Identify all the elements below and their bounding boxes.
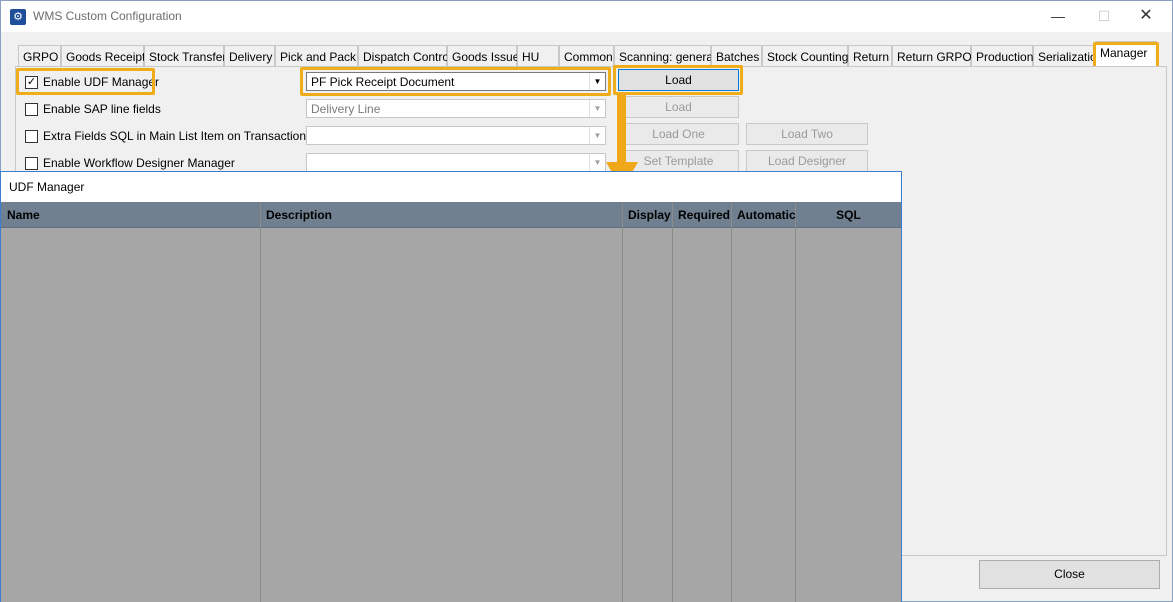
dropdown-arrow-icon[interactable]: ▼ (589, 73, 605, 90)
option-label: Extra Fields SQL in Main List Item on Tr… (43, 129, 306, 143)
close-button[interactable]: Close (979, 560, 1160, 589)
extra-fields-sql-checkbox[interactable]: Extra Fields SQL in Main List Item on Tr… (25, 128, 306, 144)
load-sap-line-button[interactable]: Load (618, 96, 739, 118)
tab-pick-and-pack[interactable]: Pick and Pack (275, 45, 358, 67)
enable-udf-manager-checkbox[interactable]: ✓ Enable UDF Manager (25, 74, 159, 90)
tab-common[interactable]: Common (559, 45, 614, 67)
tab-scanning-general[interactable]: Scanning: general (614, 45, 716, 67)
load-one-button[interactable]: Load One (618, 123, 739, 145)
grid-column-automatic (732, 202, 796, 602)
grid-column-name (1, 202, 261, 602)
option-label: Enable UDF Manager (43, 75, 160, 89)
column-header-automatic[interactable]: Automatic (732, 202, 796, 228)
column-header-description[interactable]: Description (261, 202, 623, 228)
select-value: Delivery Line (311, 102, 381, 116)
annotation-arrow-shaft (617, 94, 626, 164)
udf-manager-title: UDF Manager (9, 180, 85, 194)
tab-hu[interactable]: HU (517, 45, 559, 67)
maximize-button[interactable]: ☐ (1081, 1, 1127, 32)
tab-production[interactable]: Production (971, 45, 1033, 67)
udf-grid[interactable]: Name Description Display Required Automa… (1, 202, 901, 602)
tab-goods-issue[interactable]: Goods Issue (447, 45, 519, 67)
checkbox-checked-icon: ✓ (25, 75, 38, 89)
extra-fields-select[interactable]: ▼ (306, 126, 606, 145)
tab-goods-receipt[interactable]: Goods Receipt (61, 45, 145, 67)
tab-stock-transfer[interactable]: Stock Transfer (144, 45, 226, 67)
load-two-button[interactable]: Load Two (746, 123, 868, 145)
load-designer-button[interactable]: Load Designer (746, 150, 868, 172)
column-header-display[interactable]: Display (623, 202, 673, 228)
minimize-button[interactable]: — (1035, 1, 1081, 32)
udf-document-select[interactable]: PF Pick Receipt Document ▼ (306, 72, 606, 91)
dropdown-arrow-icon[interactable]: ▼ (589, 127, 605, 144)
grid-column-display (623, 202, 673, 602)
tab-return[interactable]: Return (848, 45, 892, 67)
tab-grpo[interactable]: GRPO (18, 45, 61, 67)
grid-column-description (261, 202, 623, 602)
load-udf-button[interactable]: Load (618, 69, 739, 91)
option-label: Enable SAP line fields (43, 102, 161, 116)
tab-manager[interactable]: Manager (1095, 41, 1157, 67)
tab-stock-counting[interactable]: Stock Counting (762, 45, 848, 67)
window-title: WMS Custom Configuration (33, 9, 182, 23)
checkbox-empty-icon (25, 156, 38, 170)
tab-delivery[interactable]: Delivery (224, 45, 275, 67)
title-bar[interactable]: ⚙ WMS Custom Configuration — ☐ ✕ (1, 1, 1172, 32)
tab-dispatch-control[interactable]: Dispatch Control (358, 45, 452, 67)
dropdown-arrow-icon[interactable]: ▼ (589, 100, 605, 117)
enable-workflow-designer-checkbox[interactable]: Enable Workflow Designer Manager (25, 155, 235, 171)
option-label: Enable Workflow Designer Manager (43, 156, 235, 170)
grid-column-required (673, 202, 732, 602)
checkbox-empty-icon (25, 129, 38, 143)
close-window-button[interactable]: ✕ (1123, 1, 1169, 32)
column-header-name[interactable]: Name (1, 202, 261, 228)
app-gear-icon: ⚙ (10, 9, 26, 25)
udf-manager-window: UDF Manager Name Description Display Req… (0, 171, 902, 602)
enable-sap-line-fields-checkbox[interactable]: Enable SAP line fields (25, 101, 161, 117)
column-header-required[interactable]: Required (673, 202, 732, 228)
workflow-select[interactable]: ▼ (306, 153, 606, 172)
tab-serialization[interactable]: Serialization (1033, 45, 1103, 67)
tab-batches[interactable]: Batches (711, 45, 762, 67)
select-value: PF Pick Receipt Document (311, 75, 455, 89)
column-header-sql[interactable]: SQL (796, 202, 901, 228)
checkbox-empty-icon (25, 102, 38, 116)
tab-return-grpo[interactable]: Return GRPO (892, 45, 972, 67)
dropdown-arrow-icon[interactable]: ▼ (589, 154, 605, 171)
sap-line-select[interactable]: Delivery Line ▼ (306, 99, 606, 118)
